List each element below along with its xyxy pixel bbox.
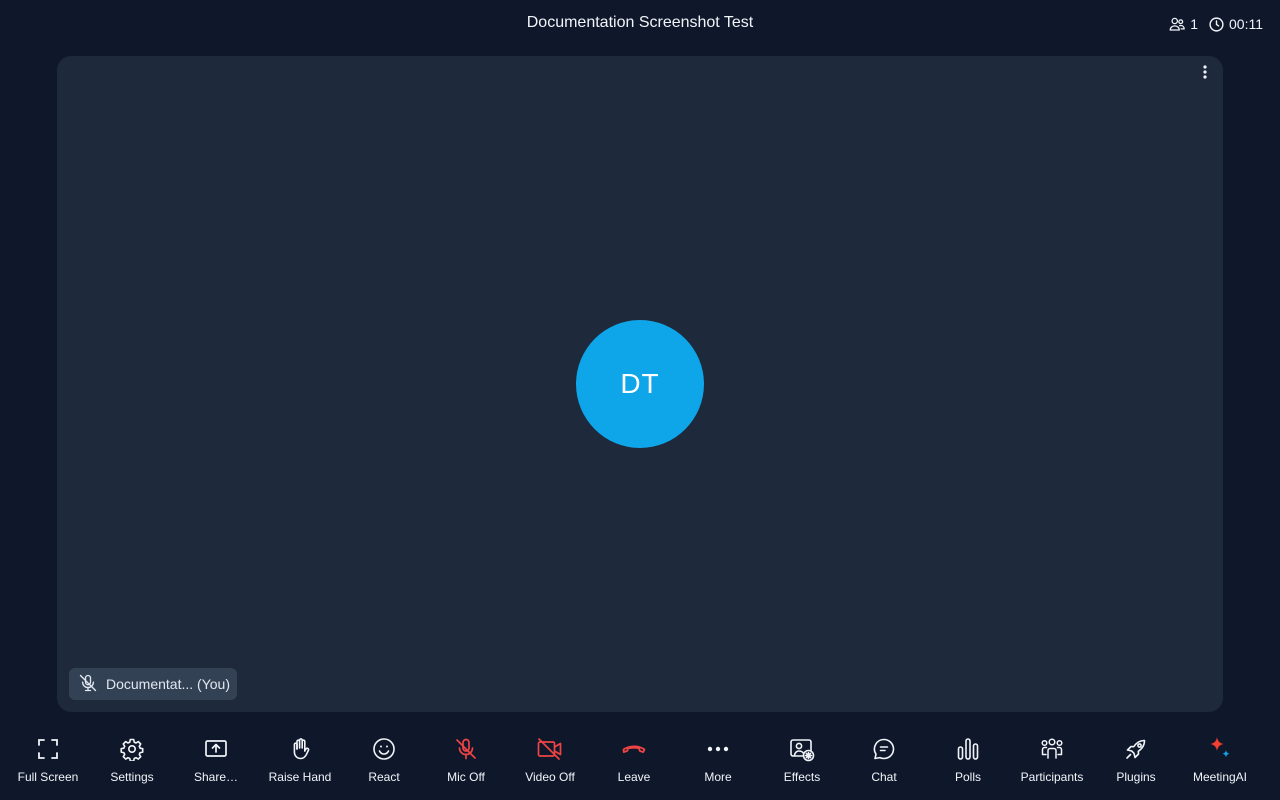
- more-button[interactable]: More: [676, 736, 760, 788]
- fullscreen-button[interactable]: Full Screen: [6, 736, 90, 788]
- react-label: React: [368, 770, 400, 784]
- vertical-dots-icon: [1203, 64, 1207, 84]
- meeting-ai-button[interactable]: MeetingAI: [1178, 736, 1262, 788]
- meeting-ai-label: MeetingAI: [1192, 770, 1248, 784]
- participants-icon: [1039, 736, 1065, 762]
- leave-label: Leave: [617, 770, 651, 784]
- rocket-icon: [1123, 736, 1149, 762]
- meeting-status: 1 00:11: [1168, 15, 1263, 33]
- raise-hand-button[interactable]: Raise Hand: [258, 736, 342, 788]
- participant-counter[interactable]: 1: [1168, 15, 1198, 33]
- fullscreen-label: Full Screen: [17, 770, 79, 784]
- participant-avatar: DT: [576, 320, 704, 448]
- video-off-label: Video Off: [525, 770, 575, 784]
- chat-label: Chat: [871, 770, 897, 784]
- mic-off-label: Mic Off: [447, 770, 485, 784]
- settings-label: Settings: [110, 770, 154, 784]
- fullscreen-icon: [35, 736, 61, 762]
- sparkle-icon: [1207, 736, 1233, 762]
- polls-label: Polls: [954, 770, 981, 784]
- tile-options-button[interactable]: [1197, 64, 1213, 84]
- gear-icon: [119, 736, 145, 762]
- more-dots-icon: [705, 736, 731, 762]
- elapsed-time: 00:11: [1229, 16, 1263, 32]
- effects-icon: [789, 736, 815, 762]
- clock-icon: [1208, 16, 1225, 33]
- plugins-button[interactable]: Plugins: [1094, 736, 1178, 788]
- participant-name: Documentat... (You): [106, 676, 230, 692]
- hand-icon: [287, 736, 313, 762]
- more-label: More: [704, 770, 732, 784]
- control-toolbar: Full Screen Settings Share… Raise Hand R…: [0, 726, 1280, 800]
- react-button[interactable]: React: [342, 736, 426, 788]
- participants-icon: [1168, 15, 1186, 33]
- share-screen-button[interactable]: Share…: [174, 736, 258, 788]
- participant-count: 1: [1190, 16, 1198, 32]
- effects-button[interactable]: Effects: [760, 736, 844, 788]
- polls-button[interactable]: Polls: [926, 736, 1010, 788]
- share-screen-icon: [203, 736, 229, 762]
- phone-hangup-icon: [621, 736, 647, 762]
- video-toggle-button[interactable]: Video Off: [508, 736, 592, 788]
- smiley-icon: [371, 736, 397, 762]
- top-bar: Documentation Screenshot Test 1 00:11: [0, 0, 1280, 48]
- video-stage: DT Documentat... (You): [57, 56, 1223, 712]
- effects-label: Effects: [783, 770, 821, 784]
- leave-button[interactable]: Leave: [592, 736, 676, 788]
- mic-off-icon: [78, 673, 98, 696]
- participants-button[interactable]: Participants: [1010, 736, 1094, 788]
- participant-name-tag: Documentat... (You): [69, 668, 237, 700]
- chat-bubble-icon: [871, 736, 897, 762]
- plugins-label: Plugins: [1116, 770, 1156, 784]
- video-off-icon: [537, 736, 563, 762]
- share-label: Share…: [193, 770, 239, 784]
- meeting-timer: 00:11: [1208, 16, 1263, 33]
- meeting-title: Documentation Screenshot Test: [526, 14, 754, 31]
- chat-button[interactable]: Chat: [842, 736, 926, 788]
- participants-label: Participants: [1020, 770, 1084, 784]
- raise-hand-label: Raise Hand: [268, 770, 332, 784]
- mic-off-icon: [453, 736, 479, 762]
- mic-toggle-button[interactable]: Mic Off: [424, 736, 508, 788]
- settings-button[interactable]: Settings: [90, 736, 174, 788]
- polls-chart-icon: [955, 736, 981, 762]
